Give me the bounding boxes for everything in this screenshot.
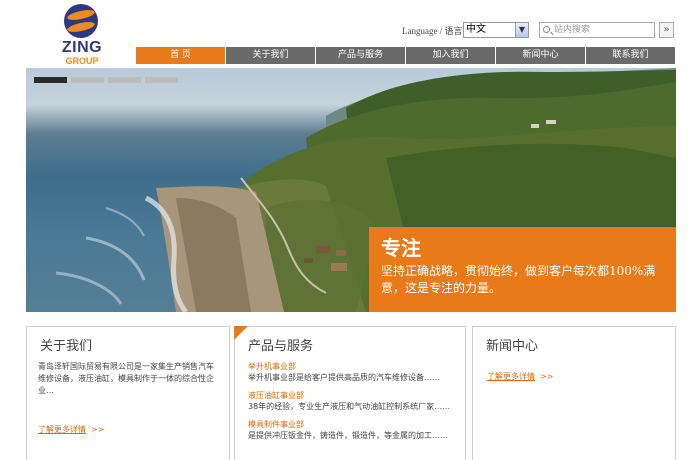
language-select[interactable]: 中文 ▼ (463, 22, 529, 38)
product-item-title[interactable]: 举升机事业部 (248, 361, 454, 372)
news-more-link-wrap: 了解更多详情 >> (487, 364, 554, 383)
slide-dot-2[interactable] (71, 77, 104, 83)
search-submit-button[interactable]: » (659, 22, 674, 38)
slide-dot-1[interactable] (34, 77, 67, 83)
slide-dot-3[interactable] (108, 77, 141, 83)
zing-logo[interactable]: ZING GROUP (52, 4, 112, 66)
logo-wordmark: ZING (61, 39, 103, 56)
about-panel-title: 关于我们 (40, 339, 93, 354)
double-chevron-right-icon[interactable]: >> (540, 372, 553, 381)
logo-subtitle: GROUP (65, 56, 99, 66)
about-panel-text: 青岛泽轩国际贸易有限公司是一家集生产销售汽车维修设备，液压油缸，模具制作于一体的… (38, 362, 214, 395)
products-panel: 产品与服务 举升机事业部 举升机事业部是给客户提供高品质的汽车维修设备…… 液压… (234, 326, 466, 460)
hero-banner[interactable]: 专注 坚持正确战略，贯彻始终，做到客户每次都100%满意，这是专注的力量。 (26, 68, 676, 312)
about-more-link[interactable]: 了解更多详情 (38, 425, 86, 434)
product-item-title[interactable]: 模具制件事业部 (248, 419, 454, 430)
news-panel: 新闻中心 了解更多详情 >> (472, 326, 676, 460)
product-item-title[interactable]: 液压油缸事业部 (248, 390, 454, 401)
search-placeholder: 站内搜索 (554, 25, 591, 35)
corner-accent (234, 326, 248, 340)
banner-caption: 专注 坚持正确战略，贯彻始终，做到客户每次都100%满意，这是专注的力量。 (369, 227, 676, 312)
news-more-link[interactable]: 了解更多详情 (487, 372, 535, 381)
nav-item-about[interactable]: 关于我们 (226, 47, 316, 64)
double-chevron-right-icon[interactable]: >> (91, 425, 104, 434)
slide-dot-4[interactable] (145, 77, 178, 83)
products-list: 举升机事业部 举升机事业部是给客户提供高品质的汽车维修设备…… 液压油缸事业部 … (235, 355, 465, 441)
main-nav: 首 页 关于我们 产品与服务 加入我们 新闻中心 联系我们 (136, 47, 675, 64)
search-input[interactable]: 站内搜索 (539, 22, 655, 38)
product-item-desc: 38年的经验，专业生产液压和气动油缸控制系统厂家…… (248, 402, 451, 411)
logo-swirl-icon (64, 4, 98, 38)
nav-item-products[interactable]: 产品与服务 (316, 47, 406, 64)
caption-title: 专注 (381, 236, 421, 260)
product-item-desc: 是提供冲压钣金件，铸造件，锻造件，等金属的加工…… (248, 431, 448, 440)
about-more-link-wrap: 了解更多详情 >> (38, 417, 105, 436)
product-item-desc: 举升机事业部是给客户提供高品质的汽车维修设备…… (248, 373, 440, 382)
news-panel-title: 新闻中心 (486, 339, 539, 354)
slide-indicator (34, 77, 178, 83)
nav-item-join[interactable]: 加入我们 (406, 47, 496, 64)
chevron-down-icon[interactable]: ▼ (515, 23, 528, 37)
search-icon (543, 26, 550, 33)
nav-item-news[interactable]: 新闻中心 (496, 47, 586, 64)
nav-item-home[interactable]: 首 页 (136, 47, 226, 64)
caption-text: 坚持正确战略，贯彻始终，做到客户每次都100%满意，这是专注的力量。 (381, 264, 656, 295)
language-label: Language / 语言 (402, 26, 463, 36)
about-panel: 关于我们 青岛泽轩国际贸易有限公司是一家集生产销售汽车维修设备，液压油缸，模具制… (26, 326, 230, 460)
products-panel-title: 产品与服务 (248, 339, 314, 354)
nav-item-contact[interactable]: 联系我们 (586, 47, 675, 64)
language-selected-value: 中文 (466, 24, 486, 35)
